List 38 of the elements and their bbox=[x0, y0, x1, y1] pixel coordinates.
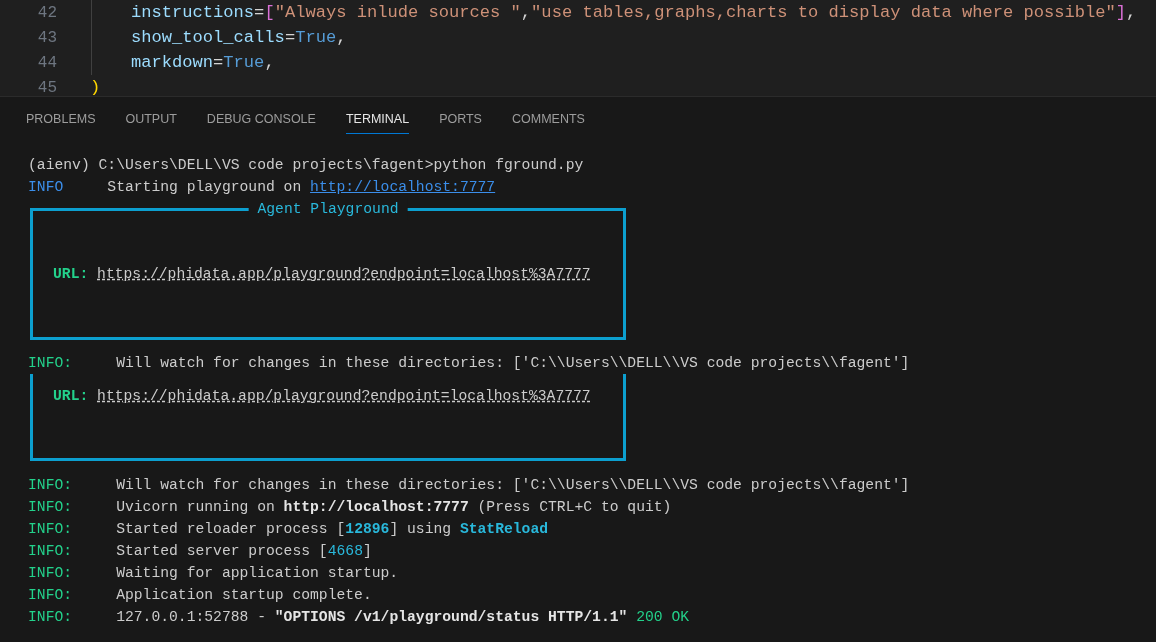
panel-tab[interactable]: PROBLEMS bbox=[26, 104, 96, 134]
code-line: instructions=["Always inlude sources ","use tables,graphs,charts to display data where possible"], bbox=[131, 1, 1137, 24]
line-number: 45 bbox=[36, 77, 57, 99]
line-number: 43 bbox=[36, 27, 57, 49]
log-message: Started reloader process [12896] using StatReload bbox=[116, 520, 549, 539]
log-message: Application startup complete. bbox=[116, 586, 372, 605]
line-number: 42 bbox=[36, 2, 57, 24]
code-line: ) bbox=[90, 76, 101, 99]
log-message: Will watch for changes in these directories: ['C:\\Users\\DELL\\VS code projects\\fagent'] bbox=[116, 476, 910, 495]
log-level: INFO: bbox=[28, 564, 73, 583]
panel-tab[interactable]: PORTS bbox=[439, 104, 482, 134]
url-label: URL: bbox=[53, 387, 89, 406]
log-level: INFO: bbox=[28, 608, 73, 627]
log-message: Starting playground on http://localhost:7777 bbox=[107, 178, 496, 197]
panel-tab[interactable]: DEBUG CONSOLE bbox=[206, 104, 316, 134]
url-link[interactable]: https://phidata.app/playground?endpoint=localhost%3A7777 bbox=[97, 263, 591, 285]
log-level: INFO: bbox=[28, 354, 73, 373]
panel-tab[interactable]: TERMINAL bbox=[345, 104, 410, 134]
log-message: Waiting for application startup. bbox=[116, 564, 399, 583]
link[interactable]: http://localhost:7777 bbox=[310, 179, 496, 195]
url-link[interactable]: https://phidata.app/playground?endpoint=localhost%3A7777 bbox=[97, 385, 591, 407]
log-message: Started server process [4668] bbox=[116, 542, 372, 561]
code-line: markdown=True, bbox=[131, 51, 275, 74]
log-level: INFO: bbox=[28, 520, 73, 539]
log-level: INFO: bbox=[28, 586, 73, 605]
url-label: URL: bbox=[53, 265, 89, 284]
log-level: INFO: bbox=[28, 498, 73, 517]
log-message: Will watch for changes in these directories: ['C:\\Users\\DELL\\VS code projects\\fagent'] bbox=[116, 354, 910, 373]
line-number: 44 bbox=[36, 52, 57, 74]
command-line: (aienv) C:\Users\DELL\VS code projects\fagent>python fground.py bbox=[28, 156, 584, 175]
log-level: INFO: bbox=[28, 476, 73, 495]
panel-tab[interactable]: COMMENTS bbox=[511, 104, 585, 134]
code-line: show_tool_calls=True, bbox=[131, 26, 347, 49]
log-level: INFO bbox=[28, 178, 64, 197]
log-message: 127.0.0.1:52788 - "OPTIONS /v1/playground/status HTTP/1.1" 200 OK bbox=[116, 608, 690, 627]
log-level: INFO: bbox=[28, 542, 73, 561]
log-message: Uvicorn running on http://localhost:7777 (Press CTRL+C to quit) bbox=[116, 498, 672, 517]
panel-tab[interactable]: OUTPUT bbox=[125, 104, 177, 134]
